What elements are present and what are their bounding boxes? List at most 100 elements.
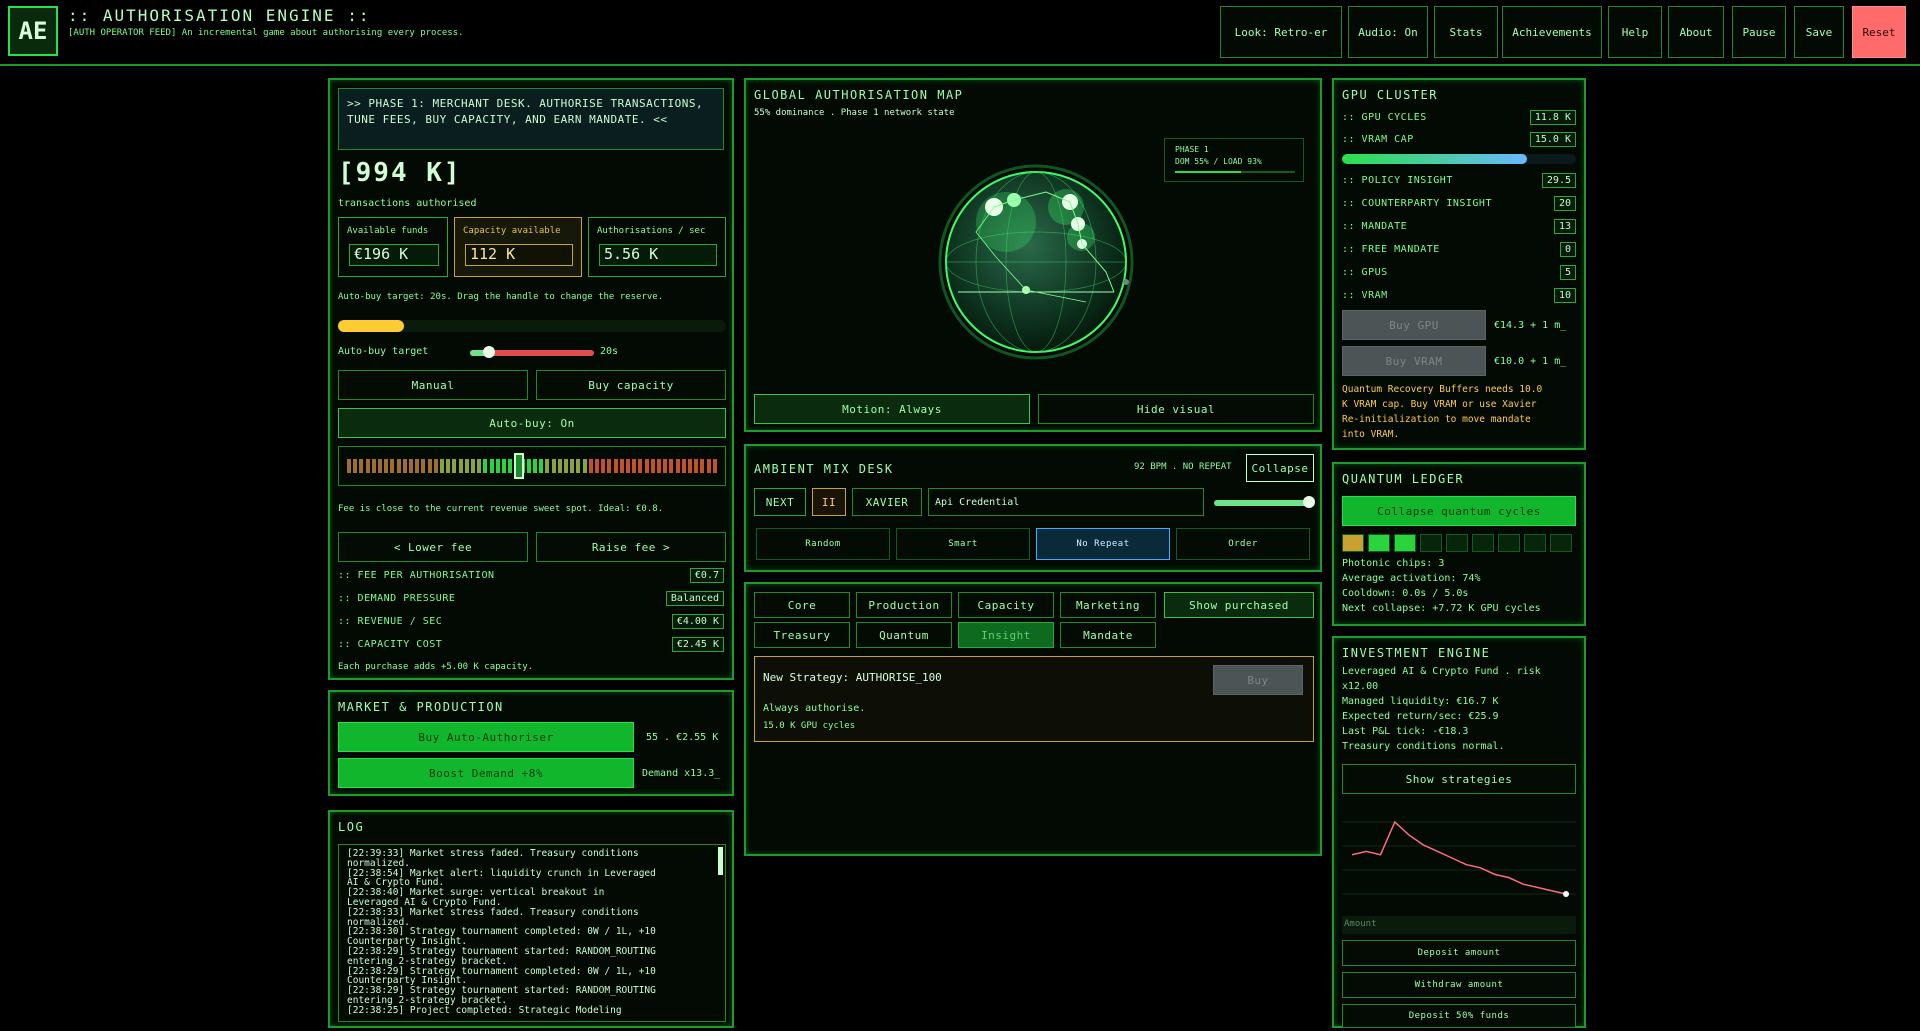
show-purchased-button[interactable]: Show purchased <box>1164 592 1314 618</box>
quantum-panel: QUANTUM LEDGER Collapse quantum cycles P… <box>1332 462 1586 626</box>
capacity-box: Capacity available 112 K <box>454 217 582 277</box>
fee-meter-segment <box>458 459 463 473</box>
vram-cap-value: 15.0 K <box>1529 132 1576 147</box>
look-button[interactable]: Look: Retro-er <box>1220 6 1342 58</box>
quantum-line: Cooldown: 0.0s / 5.0s <box>1342 588 1469 599</box>
photonic-chip <box>1498 534 1520 552</box>
fee-meter-segment <box>421 459 426 473</box>
about-button[interactable]: About <box>1668 6 1724 58</box>
fee-meter-segment <box>607 459 612 473</box>
pnl-series-line <box>1351 820 1567 895</box>
tab-insight[interactable]: Insight <box>958 622 1054 648</box>
achievements-button[interactable]: Achievements <box>1502 6 1602 58</box>
track-select[interactable]: Api Credential <box>928 488 1204 516</box>
fee-meter-segment <box>533 459 537 473</box>
capacity-cost-value: €2.45 K <box>671 637 724 652</box>
next-button[interactable]: NEXT <box>754 488 806 516</box>
tab-capacity[interactable]: Capacity <box>958 592 1054 618</box>
fee-meter-segment <box>539 459 544 473</box>
strategy-card[interactable]: New Strategy: AUTHORISE_100 Buy Always a… <box>754 656 1314 742</box>
pause-track-button[interactable]: II <box>812 488 846 516</box>
buy-capacity-button[interactable]: Buy capacity <box>536 370 726 400</box>
amount-input[interactable]: Amount <box>1342 916 1576 934</box>
collapse-quantum-button[interactable]: Collapse quantum cycles <box>1342 496 1576 526</box>
funds-value: €196 K <box>349 244 439 266</box>
buy-vram-button[interactable]: Buy VRAM <box>1342 346 1486 376</box>
vram-bar-fill <box>1342 154 1527 164</box>
strategy-buy-button[interactable]: Buy <box>1213 665 1303 695</box>
fee-meter-segment <box>557 459 562 473</box>
fee-meter-segment <box>694 459 699 473</box>
revenue-stat-value: €4.00 K <box>671 614 724 629</box>
fee-stat-label: :: FEE PER AUTHORISATION <box>338 570 495 581</box>
fee-meter-segment <box>669 459 674 473</box>
audio-button[interactable]: Audio: On <box>1348 6 1428 58</box>
gpu-note-line: into VRAM. <box>1342 429 1400 440</box>
boost-demand-info: Demand x13.3_ <box>642 768 721 779</box>
log-scrollbar[interactable] <box>718 847 723 875</box>
tab-core[interactable]: Core <box>754 592 850 618</box>
map-panel: GLOBAL AUTHORISATION MAP 55% dominance .… <box>744 78 1322 432</box>
fee-meter-handle[interactable] <box>513 453 524 479</box>
motion-button[interactable]: Motion: Always <box>754 394 1030 424</box>
photonic-chip <box>1472 534 1494 552</box>
pause-button[interactable]: Pause <box>1732 6 1786 58</box>
deposit-50-button[interactable]: Deposit 50% funds <box>1342 1004 1576 1028</box>
vram-cap-label: :: VRAM CAP <box>1342 134 1414 145</box>
fee-note: Fee is close to the current revenue swee… <box>338 504 664 514</box>
hide-visual-button[interactable]: Hide visual <box>1038 394 1314 424</box>
fee-meter-segment <box>675 459 680 473</box>
policy-insight-value: 29.5 <box>1541 173 1576 188</box>
autobuy-slider-handle[interactable] <box>482 346 495 358</box>
app-subtitle: [AUTH OPERATOR FEED] An incremental game… <box>68 28 464 38</box>
stats-button[interactable]: Stats <box>1434 6 1498 58</box>
gpu-note-line: Quantum Recovery Buffers needs 10.0 <box>1342 384 1543 395</box>
reserve-progress-fill <box>338 320 404 332</box>
tab-treasury[interactable]: Treasury <box>754 622 850 648</box>
invest-line: Managed liquidity: €16.7 K <box>1342 696 1499 707</box>
mix-collapse-button[interactable]: Collapse <box>1246 454 1314 482</box>
deposit-amount-button[interactable]: Deposit amount <box>1342 940 1576 966</box>
quantum-line: Average activation: 74% <box>1342 573 1481 584</box>
tab-marketing[interactable]: Marketing <box>1060 592 1156 618</box>
manual-button[interactable]: Manual <box>338 370 528 400</box>
autobuy-slider[interactable] <box>470 346 594 358</box>
fee-meter[interactable] <box>338 446 726 486</box>
volume-slider[interactable] <box>1214 496 1315 508</box>
market-panel: MARKET & PRODUCTION Buy Auto-Authoriser … <box>328 690 734 796</box>
mode-random-button[interactable]: Random <box>756 528 890 560</box>
globe <box>938 164 1134 360</box>
show-strategies-button[interactable]: Show strategies <box>1342 764 1576 794</box>
fee-meter-segment <box>657 459 661 473</box>
reserve-progress <box>338 320 726 332</box>
photonic-chip <box>1446 534 1468 552</box>
reset-button[interactable]: Reset <box>1852 6 1906 58</box>
help-button[interactable]: Help <box>1608 6 1662 58</box>
capacity-cost-label: :: CAPACITY COST <box>338 639 443 650</box>
fee-meter-segment <box>644 459 649 473</box>
tab-quantum[interactable]: Quantum <box>856 622 952 648</box>
phase-banner: >> PHASE 1: MERCHANT DESK. AUTHORISE TRA… <box>338 88 724 150</box>
tab-production[interactable]: Production <box>856 592 952 618</box>
lower-fee-button[interactable]: < Lower fee <box>338 532 528 562</box>
vram-value: 10 <box>1553 288 1576 303</box>
fee-meter-segment <box>483 459 488 473</box>
mode-norepeat-button[interactable]: No Repeat <box>1036 528 1170 560</box>
boost-demand-button[interactable]: Boost Demand +8% <box>338 758 634 788</box>
logo-text: AE <box>18 17 48 45</box>
autobuy-toggle[interactable]: Auto-buy: On <box>338 408 726 438</box>
mode-order-button[interactable]: Order <box>1176 528 1310 560</box>
volume-handle[interactable] <box>1303 496 1315 508</box>
buy-auto-authoriser-button[interactable]: Buy Auto-Authoriser <box>338 722 634 752</box>
raise-fee-button[interactable]: Raise fee > <box>536 532 726 562</box>
withdraw-amount-button[interactable]: Withdraw amount <box>1342 972 1576 998</box>
tab-mandate[interactable]: Mandate <box>1060 622 1156 648</box>
buy-gpu-button[interactable]: Buy GPU <box>1342 310 1486 340</box>
log-list[interactable]: [22:39:33] Market stress faded. Treasury… <box>338 844 726 1022</box>
capacity-footnote: Each purchase adds +5.00 K capacity. <box>338 662 534 672</box>
mode-smart-button[interactable]: Smart <box>896 528 1030 560</box>
artist-button[interactable]: XAVIER <box>852 488 922 516</box>
fee-meter-segment <box>712 459 717 473</box>
photonic-chip <box>1550 534 1572 552</box>
save-button[interactable]: Save <box>1794 6 1844 58</box>
